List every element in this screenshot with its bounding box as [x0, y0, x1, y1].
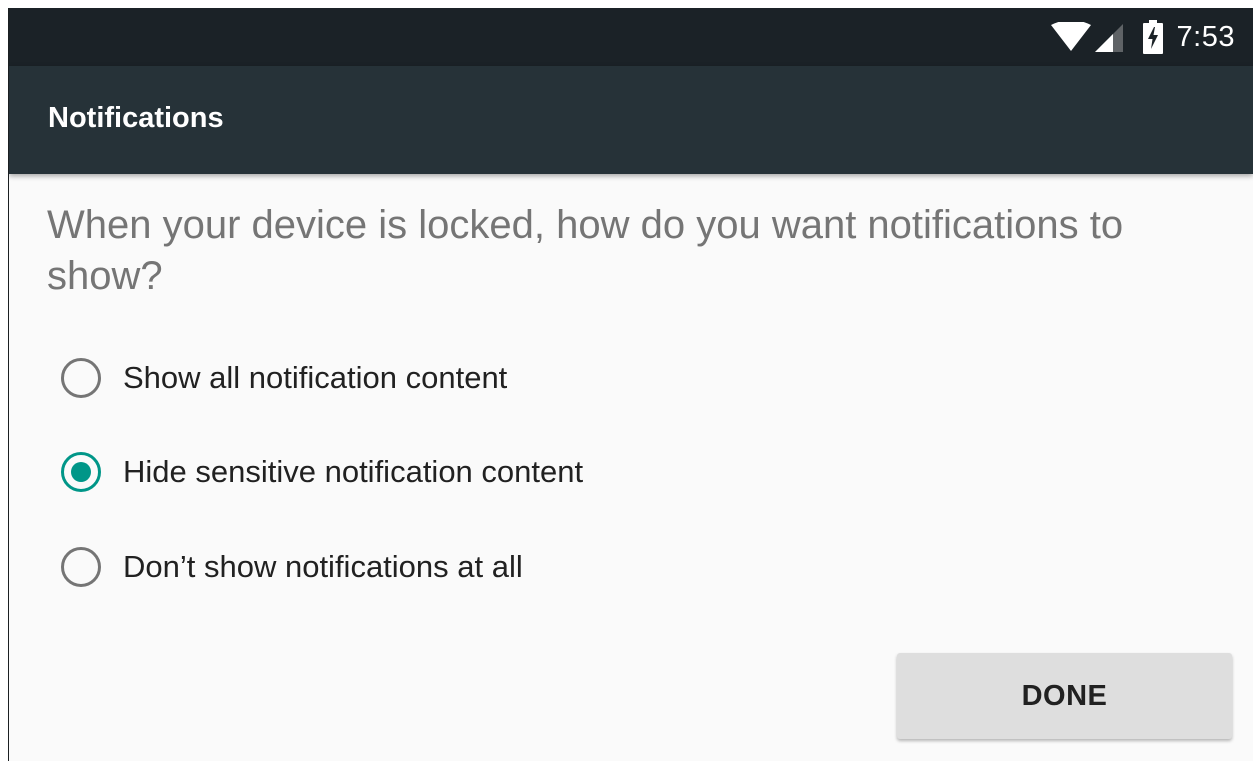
page-title: Notifications	[48, 102, 224, 134]
radio-button-checked-icon[interactable]	[61, 452, 101, 492]
app-toolbar: Notifications	[9, 66, 1253, 174]
cellular-signal-icon	[1094, 22, 1123, 52]
wifi-icon	[1050, 22, 1091, 52]
status-bar: 7:53	[9, 8, 1253, 66]
option-dont-show[interactable]: Don’t show notifications at all	[61, 543, 523, 591]
option-label: Show all notification content	[123, 360, 508, 395]
radio-button-icon[interactable]	[61, 358, 101, 398]
battery-charging-icon	[1142, 20, 1163, 54]
done-button[interactable]: DONE	[897, 653, 1232, 739]
status-icons: 7:53	[1050, 8, 1235, 66]
screen: 7:53 Notifications When your device is l…	[8, 8, 1253, 761]
option-label: Hide sensitive notification content	[123, 454, 584, 489]
option-hide-sensitive[interactable]: Hide sensitive notification content	[61, 448, 583, 496]
option-show-all[interactable]: Show all notification content	[61, 354, 507, 402]
option-label: Don’t show notifications at all	[123, 549, 523, 584]
status-clock: 7:53	[1176, 20, 1235, 53]
lock-screen-question: When your device is locked, how do you w…	[47, 203, 1124, 298]
radio-button-icon[interactable]	[61, 547, 101, 587]
